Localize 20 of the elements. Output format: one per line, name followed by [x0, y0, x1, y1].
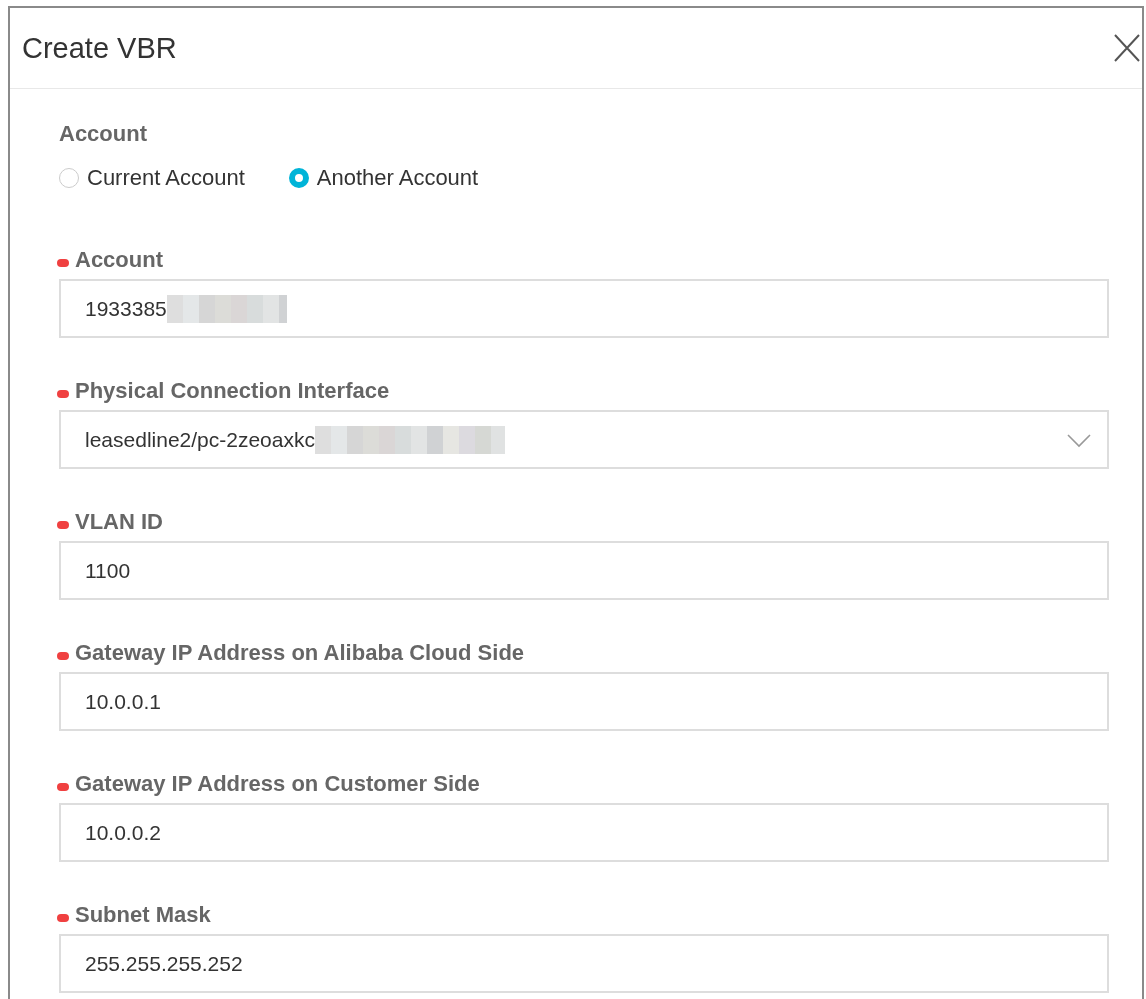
radio-label: Current Account: [87, 165, 245, 191]
dialog-title: Create VBR: [22, 31, 177, 65]
radio-option[interactable]: Current Account: [59, 165, 245, 191]
input-field[interactable]: 255.255.255.252: [59, 934, 1109, 993]
caret-icon[interactable]: [1067, 434, 1091, 448]
field-label: Gateway IP Address on Alibaba Cloud Side: [75, 640, 525, 666]
field-label: VLAN ID: [75, 509, 163, 535]
field-label: Subnet Mask: [75, 902, 211, 928]
field-label: Account: [59, 121, 148, 147]
field-label: Physical Connection Interface: [75, 378, 390, 404]
radio-icon[interactable]: [59, 168, 79, 188]
close-icon[interactable]: [1114, 34, 1140, 62]
input-field[interactable]: 10.0.0.2: [59, 803, 1109, 862]
input-field[interactable]: 1933385: [59, 279, 1109, 338]
field-label: Gateway IP Address on Customer Side: [75, 771, 480, 797]
select-field[interactable]: leasedline2/pc-2zeoaxkc: [59, 410, 1109, 469]
radio-icon[interactable]: [288, 168, 309, 188]
input-field[interactable]: 1100: [59, 541, 1109, 600]
field-label: Account: [75, 247, 163, 273]
input-field[interactable]: 10.0.0.1: [59, 672, 1109, 731]
